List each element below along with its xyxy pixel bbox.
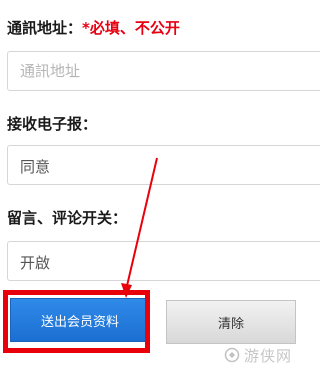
submit-member-button[interactable]: 送出会员资料 [10,298,150,342]
address-label-text: 通訊地址： [7,19,83,37]
member-form: 通訊地址：*必填、不公开 接收电子报： 同意 留言、评论开关： 开啟 送出会员资… [0,0,320,376]
address-input[interactable] [8,52,320,90]
clear-button[interactable]: 清除 [166,300,296,344]
address-field[interactable] [7,51,320,91]
watermark: 游侠网 [224,345,292,366]
watermark-text: 游侠网 [243,347,292,365]
comments-label: 留言、评论开关： [7,209,128,227]
comments-value: 开啟 [20,254,51,272]
watermark-logo-icon [224,347,240,363]
newsletter-select[interactable]: 同意 [7,145,320,185]
comments-select[interactable]: 开啟 [7,241,320,281]
newsletter-value: 同意 [20,158,51,176]
required-note: *必填、不公开 [82,19,180,37]
newsletter-label: 接收电子报： [7,115,98,133]
address-label: 通訊地址：*必填、不公开 [7,17,180,38]
